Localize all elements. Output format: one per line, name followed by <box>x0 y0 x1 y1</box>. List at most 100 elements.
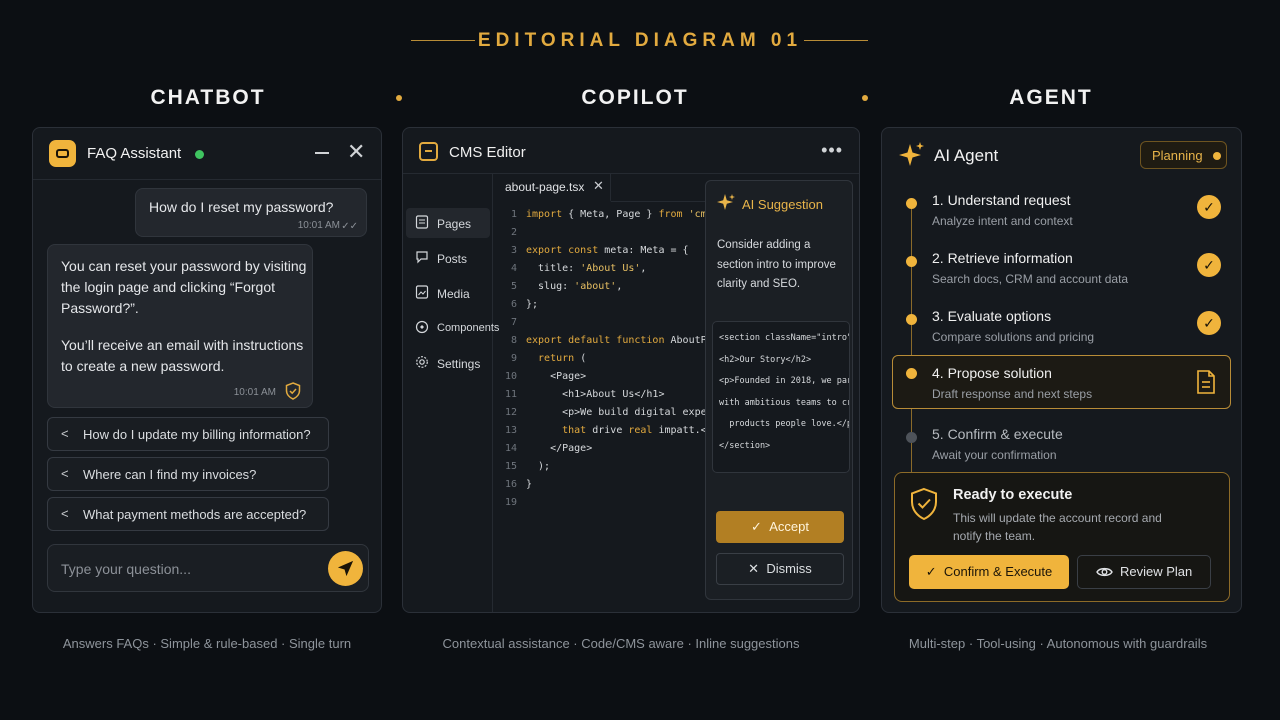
cms-header: CMS Editor ••• <box>403 128 859 174</box>
confirm-execute-button[interactable]: ✓ Confirm & Execute <box>909 555 1069 589</box>
minimize-icon[interactable] <box>315 152 329 154</box>
gear-icon <box>416 356 428 368</box>
online-status-icon <box>195 150 204 159</box>
close-icon[interactable]: ✕ <box>347 141 365 163</box>
chat-input-box <box>47 544 369 592</box>
chevron-left-icon: < <box>61 426 69 441</box>
posts-icon <box>416 251 428 264</box>
question-input[interactable] <box>61 557 311 581</box>
sidebar-item-label: Posts <box>437 252 468 266</box>
step-node-icon <box>906 198 917 209</box>
step-node-icon <box>906 432 917 443</box>
review-label: Review Plan <box>1119 564 1193 579</box>
suggestion-label: What payment methods are accepted? <box>83 507 307 522</box>
chatbot-footer: Answers FAQs · Simple & rule-based · Sin… <box>62 636 352 651</box>
step-subtitle: Search docs, CRM and account data <box>932 272 1129 286</box>
cms-editor-window: CMS Editor ••• Pages Posts Media Compone… <box>402 127 860 613</box>
ai-suggestion-text: Consider adding a section intro to impro… <box>717 239 836 290</box>
review-plan-button[interactable]: Review Plan <box>1077 555 1211 589</box>
code-line: 19 <box>504 497 517 506</box>
step-subtitle: Draft response and next steps <box>932 387 1093 401</box>
code-line: 1import { Meta, Page } from 'cms'; <box>510 209 705 220</box>
step-subtitle: Await your confirmation <box>932 448 1057 462</box>
cms-sidebar: Pages Posts Media Components Settings <box>403 174 499 612</box>
dismiss-label: Dismiss <box>766 561 812 576</box>
more-options-icon[interactable]: ••• <box>821 140 843 161</box>
code-line: 2 <box>510 227 517 238</box>
code-line: 5 slug: 'about', <box>510 281 623 292</box>
suggestion-chip[interactable]: < How do I update my billing information… <box>47 417 329 451</box>
step-title: 1. Understand request <box>932 192 1071 208</box>
sidebar-item-label: Settings <box>437 357 481 371</box>
ai-suggestion-panel: AI Suggestion Consider adding a section … <box>705 180 853 600</box>
sidebar-item-components[interactable]: Components <box>406 313 499 343</box>
check-circle-icon: ✓ <box>1197 253 1221 277</box>
media-icon <box>415 285 429 299</box>
ready-title: Ready to execute <box>953 487 1073 503</box>
plan-step: 5. Confirm & execute Await your confirma… <box>892 424 1230 476</box>
title-rule-right <box>804 40 868 41</box>
code-line: 7 <box>510 317 517 328</box>
plan-step: 2. Retrieve information Search docs, CRM… <box>892 248 1230 300</box>
sparkle-icon <box>717 194 735 210</box>
bot-logo-icon <box>49 140 76 167</box>
user-message-bubble: How do I reset my password? 10:01 AM ✓✓ <box>135 188 367 237</box>
code-line: 4 title: 'About Us', <box>510 263 647 274</box>
code-line: 6}; <box>510 299 539 310</box>
cms-logo-icon <box>419 142 438 161</box>
message-timestamp: 10:01 AM <box>297 220 340 231</box>
separator-dot <box>396 95 402 101</box>
dismiss-button[interactable]: ✕ Dismiss <box>716 553 844 585</box>
step-title: 2. Retrieve information <box>932 250 1073 266</box>
step-node-icon <box>906 256 917 267</box>
code-editor[interactable]: 1import { Meta, Page } from 'cms'; 2 3expo… <box>495 206 705 506</box>
code-line: 8export default function AboutPage() { <box>510 335 705 346</box>
close-tab-icon[interactable]: ✕ <box>593 178 604 194</box>
confirm-label: Confirm & Execute <box>943 564 1053 579</box>
step-subtitle: Compare solutions and pricing <box>932 330 1095 344</box>
sidebar-item-media[interactable]: Media <box>406 278 490 308</box>
sidebar-item-label: Pages <box>437 217 472 231</box>
check-icon: ✓ <box>925 564 937 579</box>
check-icon: ✓ <box>751 519 762 534</box>
eye-icon <box>1095 567 1113 577</box>
sidebar-item-label: Media <box>437 287 470 301</box>
check-circle-icon: ✓ <box>1197 311 1221 335</box>
step-node-icon <box>906 314 917 325</box>
check-circle-icon: ✓ <box>1197 195 1221 219</box>
suggestion-chip[interactable]: < What payment methods are accepted? <box>47 497 329 531</box>
chevron-left-icon: < <box>61 506 69 521</box>
separator-dot <box>862 95 868 101</box>
suggestion-label: Where can I find my invoices? <box>83 467 257 482</box>
suggestion-chip[interactable]: < Where can I find my invoices? <box>47 457 329 491</box>
execution-confirm-card: Ready to execute This will update the ac… <box>894 472 1230 602</box>
plan-step-active[interactable]: 4. Propose solution Draft response and n… <box>892 355 1231 409</box>
sidebar-item-settings[interactable]: Settings <box>406 348 490 378</box>
ai-agent-window: AI Agent Planning 1. Understand request … <box>881 127 1242 613</box>
code-line: 14 </Page> <box>504 443 593 454</box>
read-receipt-icon: ✓✓ <box>341 221 358 232</box>
close-icon: ✕ <box>748 561 760 576</box>
plan-step: 1. Understand request Analyze intent and… <box>892 190 1230 242</box>
step-node-icon <box>906 368 917 379</box>
bot-message-bubble: You can reset your password by visiting … <box>47 244 313 408</box>
components-icon <box>415 320 429 334</box>
copilot-footer: Contextual assistance · Code/CMS aware ·… <box>442 636 800 651</box>
sidebar-item-posts[interactable]: Posts <box>406 243 490 273</box>
plan-step: 3. Evaluate options Compare solutions an… <box>892 306 1230 358</box>
code-line: 11 <h1>About Us</h1> <box>504 389 665 400</box>
code-line: 16} <box>504 479 533 490</box>
agent-heading: AGENT <box>1009 86 1093 109</box>
file-tab[interactable]: about-page.tsx ✕ <box>493 174 611 202</box>
step-title: 3. Evaluate options <box>932 308 1052 324</box>
sidebar-item-pages[interactable]: Pages <box>406 208 490 238</box>
agent-title: AI Agent <box>934 146 999 165</box>
agent-footer: Multi-step · Tool-using · Autonomous wit… <box>908 636 1208 651</box>
send-button[interactable] <box>328 551 363 586</box>
message-timestamp: 10:01 AM <box>233 387 276 398</box>
tab-bar-divider <box>611 201 706 202</box>
accept-button[interactable]: ✓ Accept <box>716 511 844 543</box>
shield-check-icon <box>911 487 937 521</box>
code-line: 10 <Page> <box>504 371 587 382</box>
chatbot-header: FAQ Assistant ✕ <box>33 128 381 180</box>
